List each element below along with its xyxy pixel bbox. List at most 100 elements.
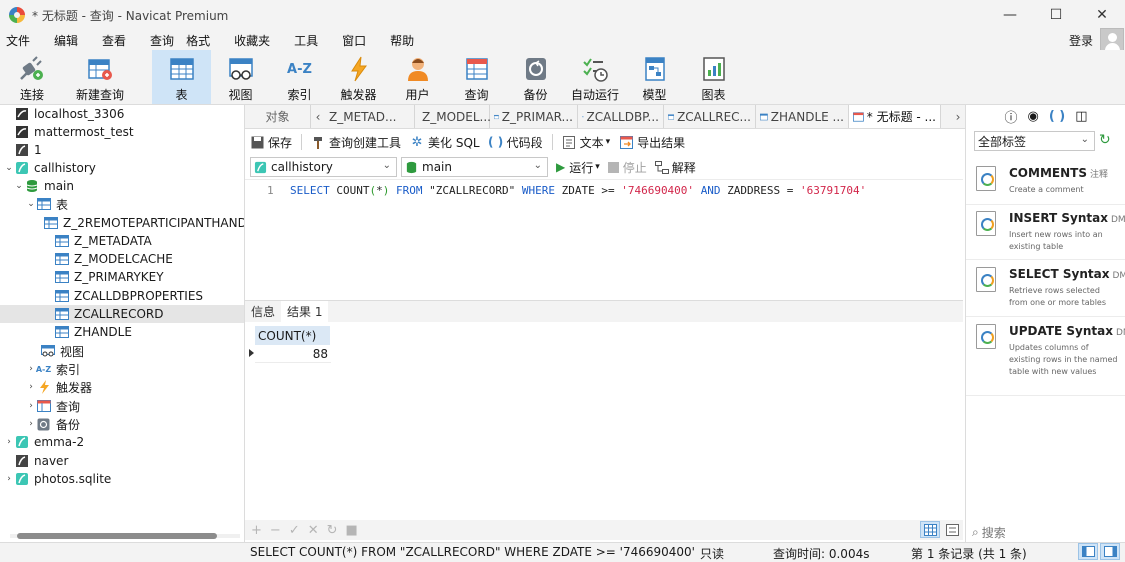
tree-item-backups[interactable]: › 备份 [0,415,244,433]
database-select[interactable]: main ⌄ [401,157,548,177]
chevron-right-icon[interactable]: › [26,364,36,374]
tree-item-photos[interactable]: › photos.sqlite [0,470,244,488]
minimize-button[interactable]: — [987,0,1033,30]
chevron-down-icon[interactable]: ▾ [606,137,611,147]
tree-item-table[interactable]: Z_METADATA [0,232,244,250]
menu-file[interactable]: 文件 [0,32,36,49]
chevron-down-icon[interactable]: ▾ [595,162,600,172]
chevron-right-icon[interactable]: › [26,419,36,429]
maximize-button[interactable]: ☐ [1033,0,1079,30]
tab-zcallrecord[interactable]: ZCALLREC... [664,105,756,128]
menu-favorites[interactable]: 收藏夹 [228,32,276,49]
user-avatar-icon[interactable] [1100,28,1124,52]
index-button[interactable]: A-Z 索引 [270,50,329,104]
table-button[interactable]: 表 [152,50,211,104]
stop-icon[interactable]: ■ [346,523,358,538]
explain-button[interactable]: 解释 [654,159,696,176]
chart-button[interactable]: 图表 [684,50,743,104]
user-button[interactable]: 用户 [388,50,447,104]
discard-changes-icon[interactable]: ✕ [308,523,319,538]
tree-item-table[interactable]: ZCALLDBPROPERTIES [0,287,244,305]
code-snippet-button[interactable]: ( ) 代码段 [488,134,543,151]
menu-view[interactable]: 查看 [96,32,132,49]
tab-objects[interactable]: 对象 [245,105,311,128]
export-results-button[interactable]: 导出结果 [619,134,685,151]
tree-item-views[interactable]: 视图 [0,342,244,360]
tab-result-1[interactable]: 结果 1 [281,301,329,322]
tree-item-naver[interactable]: naver [0,452,244,470]
toggle-right-panel-button[interactable] [1100,543,1120,560]
eye-icon[interactable]: ◉ [1027,109,1038,124]
tab-z-metadata[interactable]: Z_METAD... [325,105,415,128]
save-button[interactable]: 保存 [250,134,292,151]
query-button[interactable]: 查询 [447,50,506,104]
tree-item-table[interactable]: Z_2REMOTEPARTICIPANTHANDLES [0,214,244,232]
backup-button[interactable]: 备份 [506,50,565,104]
tree-item-table[interactable]: ZHANDLE [0,323,244,341]
menu-window[interactable]: 窗口 [336,32,372,49]
menu-edit[interactable]: 编辑 [48,32,84,49]
chevron-right-icon[interactable]: › [4,437,14,447]
apply-changes-icon[interactable]: ✓ [289,523,300,538]
delete-record-icon[interactable]: − [270,523,281,538]
grid-cell[interactable]: 88 [255,345,331,363]
automation-button[interactable]: 自动运行 [565,50,625,104]
sql-editor[interactable]: 1 SELECT COUNT(*) FROM "ZCALLRECORD" WHE… [245,179,963,300]
menu-query[interactable]: 查询 [144,32,180,49]
trigger-button[interactable]: 触发器 [329,50,388,104]
snippet-item[interactable]: SELECT SyntaxDML Retrieve rows selected … [966,261,1125,317]
history-icon[interactable]: ◫ [1075,109,1087,124]
tab-info[interactable]: 信息 [245,301,281,322]
tab-untitled-query[interactable]: * 无标题 - ... [849,105,941,128]
tree-item-table[interactable]: Z_PRIMARYKEY [0,268,244,286]
menu-help[interactable]: 帮助 [384,32,420,49]
tree-item-1[interactable]: 1 [0,141,244,159]
refresh-icon[interactable]: ↻ [327,523,338,538]
tree-item-triggers[interactable]: › 触发器 [0,378,244,396]
chevron-right-icon[interactable]: › [26,382,36,392]
tag-filter-select[interactable]: 全部标签 ⌄ [974,131,1095,151]
login-link[interactable]: 登录 [1069,32,1093,49]
grid-view-button[interactable] [920,521,940,538]
tree-item-table[interactable]: Z_MODELCACHE [0,250,244,268]
tree-item-callhistory[interactable]: ⌄ callhistory [0,159,244,177]
chevron-down-icon[interactable]: ⌄ [26,199,36,209]
chevron-right-icon[interactable]: › [4,474,14,484]
refresh-icon[interactable]: ↻ [1099,132,1111,148]
run-button[interactable]: ▶ 运行 ▾ [556,159,600,176]
stop-button[interactable]: 停止 [607,159,647,176]
tree-item-queries[interactable]: › 查询 [0,397,244,415]
connection-select[interactable]: callhistory ⌄ [250,157,397,177]
sidebar-horizontal-scrollbar[interactable] [10,529,240,542]
tree-item-mattermost[interactable]: mattermost_test [0,123,244,141]
tree-item-emma[interactable]: › emma-2 [0,433,244,451]
snippet-item[interactable]: INSERT SyntaxDML Insert new rows into an… [966,205,1125,260]
scrollbar-thumb[interactable] [17,533,217,539]
beautify-sql-button[interactable]: ✲ 美化 SQL [410,134,480,151]
form-view-button[interactable] [942,521,962,538]
braces-icon[interactable]: ( ) [1049,109,1065,124]
toggle-left-panel-button[interactable] [1078,543,1098,560]
tab-zcalldbproperties[interactable]: ZCALLDBP... [578,105,664,128]
chevron-down-icon[interactable]: ⌄ [14,181,24,191]
menu-format[interactable]: 格式 [180,32,216,49]
tab-z-modelcache[interactable]: Z_MODEL... [415,105,491,128]
sql-code-line[interactable]: SELECT COUNT(*) FROM "ZCALLRECORD" WHERE… [290,184,866,197]
column-header[interactable]: COUNT(*) [255,326,331,345]
add-record-icon[interactable]: + [251,523,262,538]
query-builder-button[interactable]: 查询创建工具 [311,134,401,151]
chevron-left-icon[interactable]: ‹ [311,105,325,128]
snippet-item[interactable]: COMMENTS 注释 Create a comment [966,160,1125,205]
tree-item-tables[interactable]: ⌄ 表 [0,195,244,213]
model-button[interactable]: 模型 [625,50,684,104]
tree-item-localhost[interactable]: localhost_3306 [0,105,244,123]
text-button[interactable]: 文本 ▾ [562,134,611,151]
tab-z-primarykey[interactable]: Z_PRIMAR... [490,105,578,128]
info-icon[interactable]: ⓘ [1004,107,1017,126]
chevron-down-icon[interactable]: ⌄ [4,163,14,173]
new-query-button[interactable]: 新建查询 [64,50,136,104]
close-button[interactable]: ✕ [1079,0,1125,30]
connect-button[interactable]: 连接 [0,50,64,104]
snippet-item[interactable]: UPDATE SyntaxDML Updates columns of exis… [966,318,1125,396]
snippet-search[interactable]: ⌕ 搜索 [968,523,1124,541]
